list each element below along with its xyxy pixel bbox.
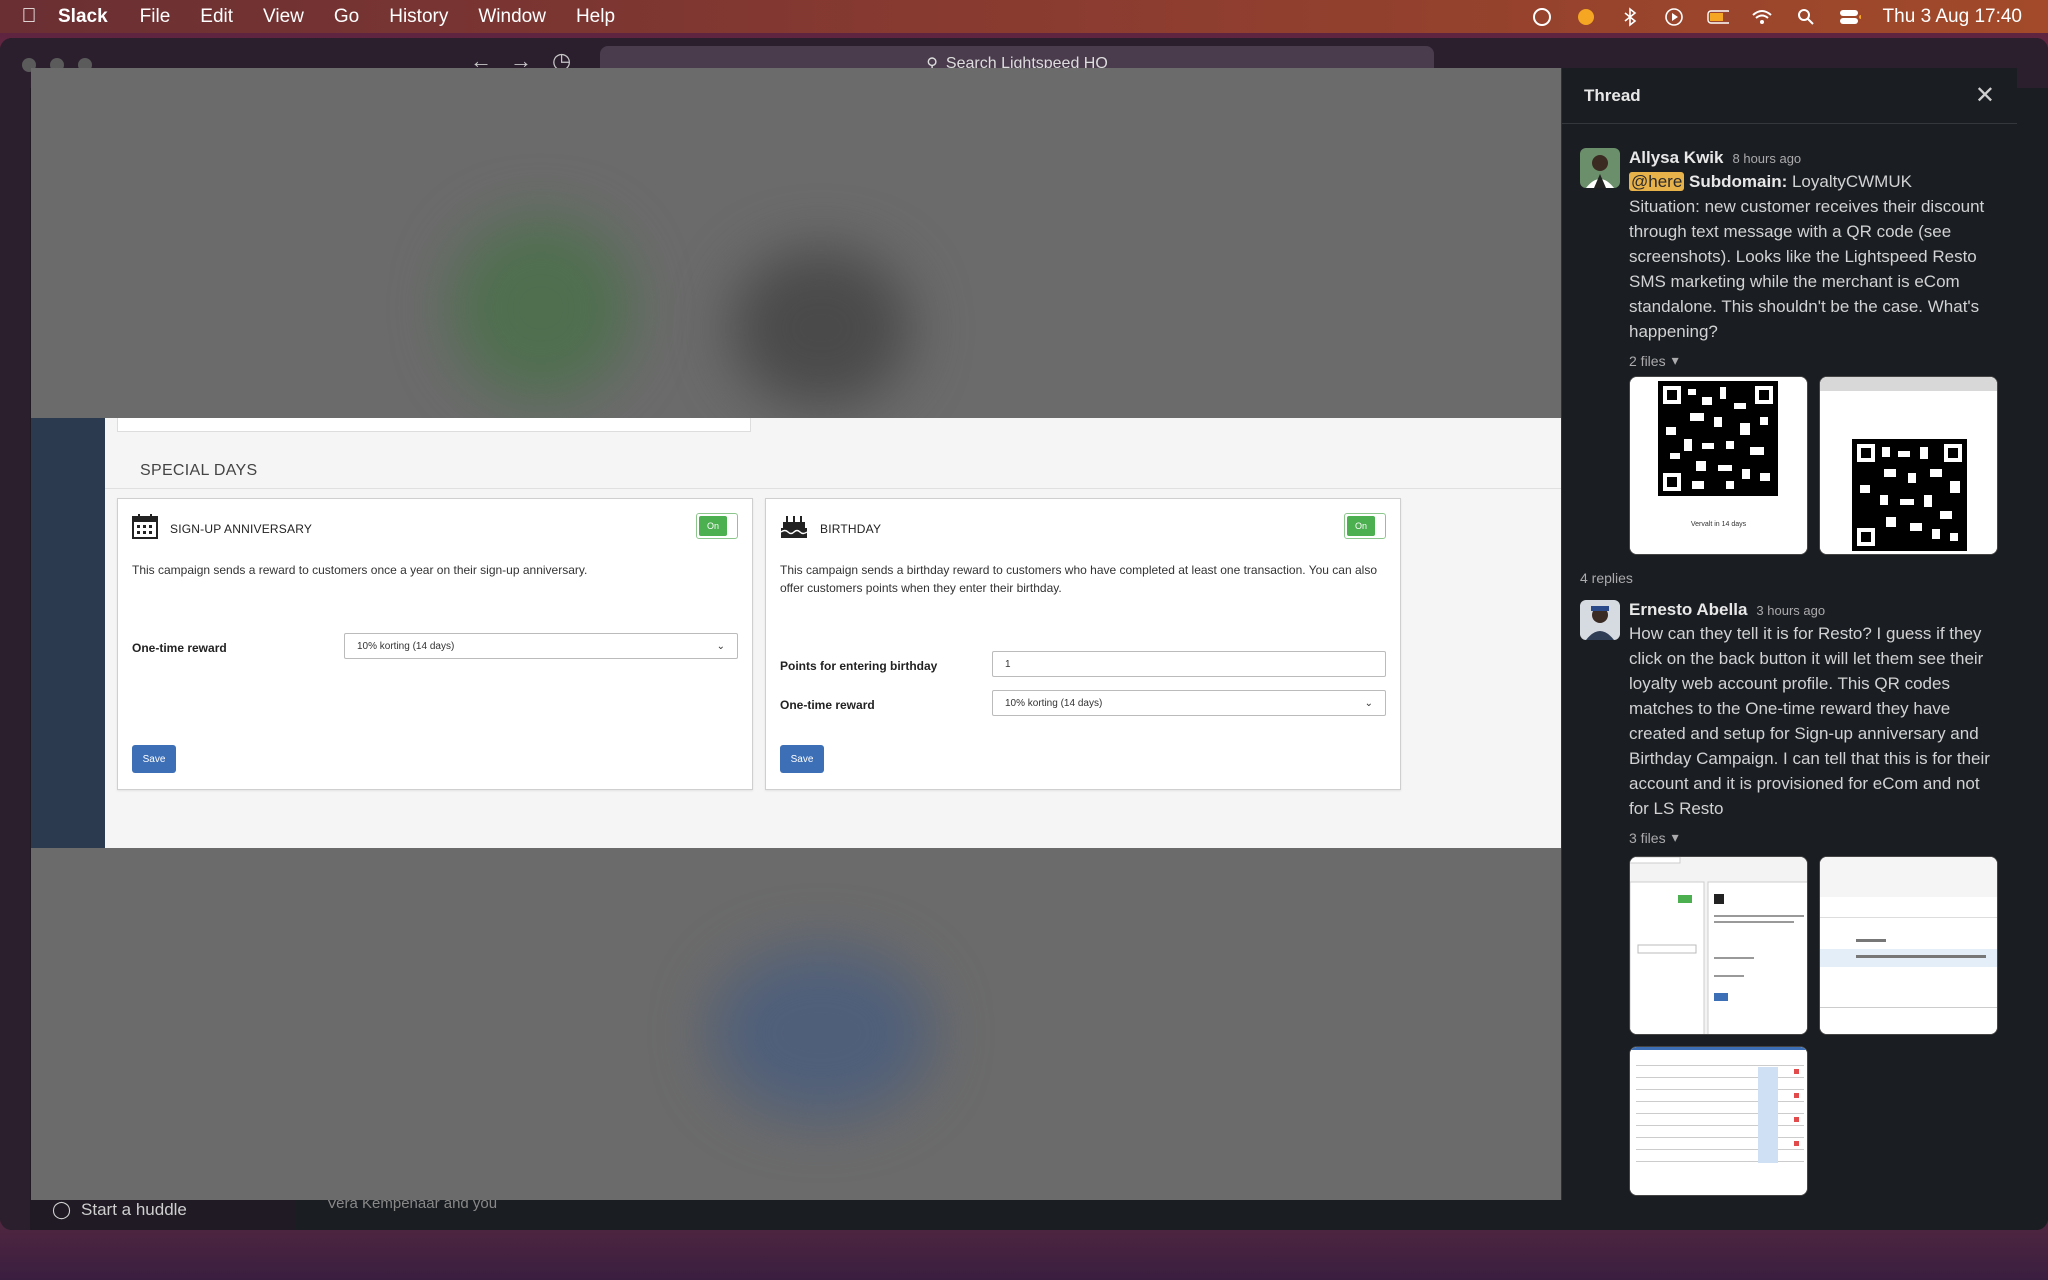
field-label: One-time reward xyxy=(132,641,227,655)
screenshot-attachment[interactable] xyxy=(1819,856,1998,1035)
select-value: 10% korting (14 days) xyxy=(357,640,455,652)
screenshot-nav-strip xyxy=(31,418,105,848)
files-toggle[interactable]: 2 files ▾ xyxy=(1629,352,2001,369)
close-thread-icon[interactable]: ✕ xyxy=(1975,81,1995,110)
save-button[interactable]: Save xyxy=(780,745,824,773)
blurred-avatar-shape xyxy=(731,248,911,408)
message-body: Situation: new customer receives their d… xyxy=(1629,197,1985,341)
here-mention[interactable]: @here xyxy=(1629,172,1685,191)
description-line: This campaign sends a birthday reward to… xyxy=(780,563,1378,577)
workspace-rail xyxy=(0,88,30,1230)
save-button[interactable]: Save xyxy=(132,745,176,773)
files-label: 3 files xyxy=(1629,829,1666,846)
subdomain-value: LoyaltyCWMUK xyxy=(1787,172,1912,191)
menu-view[interactable]: View xyxy=(263,6,304,28)
thread-panel: Thread ✕ Allysa Kwik 8 hours ago @here S… xyxy=(1561,68,2017,1200)
spotlight-search-icon[interactable] xyxy=(1795,6,1817,28)
card-title: SIGN-UP ANNIVERSARY xyxy=(170,521,313,536)
menu-window[interactable]: Window xyxy=(478,6,546,28)
thread-header: Thread ✕ xyxy=(1562,68,2017,124)
campaign-toggle[interactable]: On xyxy=(696,513,738,539)
caret-down-icon: ▾ xyxy=(1671,829,1679,845)
points-for-birthday-input[interactable]: 1 xyxy=(992,651,1386,677)
section-divider xyxy=(105,488,1561,489)
thread-title: Thread xyxy=(1584,85,1641,105)
field-label: One-time reward xyxy=(780,698,875,712)
card-title: BIRTHDAY xyxy=(820,521,882,536)
message-author[interactable]: Allysa Kwik xyxy=(1629,148,1724,168)
message-author[interactable]: Ernesto Abella xyxy=(1629,600,1747,620)
message-body: How can they tell it is for Resto? I gue… xyxy=(1629,624,1990,818)
files-label: 2 files xyxy=(1629,352,1666,369)
status-app-icon[interactable] xyxy=(1575,6,1597,28)
avatar[interactable] xyxy=(1580,148,1620,188)
birthday-card: BIRTHDAY On This campaign sends a birthd… xyxy=(765,498,1401,790)
select-value: 10% korting (14 days) xyxy=(1005,697,1103,709)
message-text: @here Subdomain: LoyaltyCWMUK Situation:… xyxy=(1629,169,2001,344)
toggle-on-label: On xyxy=(1347,516,1375,536)
message-timestamp[interactable]: 8 hours ago xyxy=(1733,151,1802,166)
qr-code-attachment[interactable]: Vervalt in 14 days xyxy=(1629,376,1808,555)
field-label: Points for entering birthday xyxy=(780,659,938,673)
menu-help[interactable]: Help xyxy=(576,6,615,28)
card-description: This campaign sends a birthday reward to… xyxy=(780,561,1377,597)
bluetooth-icon[interactable] xyxy=(1619,6,1641,28)
start-huddle-button[interactable]: ◯ Start a huddle xyxy=(52,1200,187,1220)
menu-go[interactable]: Go xyxy=(334,6,359,28)
screenshot-content: SPECIAL DAYS SIGN-UP ANNIVERSARY On This… xyxy=(105,418,1561,848)
macos-menu-bar:  Slack File Edit View Go History Window… xyxy=(0,0,2048,33)
subdomain-label: Subdomain: xyxy=(1689,172,1788,191)
menu-app-slack[interactable]: Slack xyxy=(58,6,108,28)
card-description: This campaign sends a reward to customer… xyxy=(132,563,588,577)
previous-card-edge xyxy=(117,418,751,432)
input-value: 1 xyxy=(1005,658,1011,670)
menu-history[interactable]: History xyxy=(389,6,448,28)
menu-bar-clock[interactable]: Thu 3 Aug 17:40 xyxy=(1883,6,2022,28)
apple-menu-icon[interactable]:  xyxy=(0,5,58,28)
wifi-icon[interactable] xyxy=(1751,6,1773,28)
one-time-reward-select[interactable]: 10% korting (14 days) ⌄ xyxy=(344,633,738,659)
qr-caption: Vervalt in 14 days xyxy=(1690,521,1747,528)
chevron-down-icon: ⌄ xyxy=(1364,697,1373,709)
birthday-cake-icon xyxy=(780,513,808,544)
avatar[interactable] xyxy=(1580,600,1620,640)
blurred-avatar-shape xyxy=(711,948,931,1118)
battery-icon[interactable] xyxy=(1706,6,1729,28)
screenshot-attachment[interactable] xyxy=(1629,856,1808,1035)
campaign-toggle[interactable]: On xyxy=(1344,513,1386,539)
toggle-on-label: On xyxy=(699,516,727,536)
qr-code-attachment[interactable] xyxy=(1819,376,1998,555)
calendar-icon xyxy=(132,513,158,544)
blurred-avatar-shape xyxy=(451,218,631,398)
special-days-heading: SPECIAL DAYS xyxy=(140,462,258,479)
replies-count: 4 replies xyxy=(1580,570,1633,586)
menu-file[interactable]: File xyxy=(140,6,171,28)
start-huddle-label: Start a huddle xyxy=(81,1200,187,1219)
message-timestamp[interactable]: 3 hours ago xyxy=(1756,603,1825,618)
one-time-reward-select[interactable]: 10% korting (14 days) ⌄ xyxy=(992,690,1386,716)
screenshot-attachment[interactable] xyxy=(1629,1046,1808,1196)
headphones-icon: ◯ xyxy=(52,1200,72,1219)
grammarly-icon[interactable] xyxy=(1531,6,1553,28)
expanded-screenshot[interactable]: SPECIAL DAYS SIGN-UP ANNIVERSARY On This… xyxy=(31,418,1561,848)
play-icon[interactable] xyxy=(1663,6,1685,28)
chevron-down-icon: ⌄ xyxy=(716,640,725,652)
control-center-icon[interactable] xyxy=(1839,6,1861,28)
menu-edit[interactable]: Edit xyxy=(200,6,233,28)
caret-down-icon: ▾ xyxy=(1671,352,1679,368)
files-toggle[interactable]: 3 files ▾ xyxy=(1629,829,2001,846)
signup-anniversary-card: SIGN-UP ANNIVERSARY On This campaign sen… xyxy=(117,498,753,790)
description-line: offer customers points when they enter t… xyxy=(780,581,1062,595)
